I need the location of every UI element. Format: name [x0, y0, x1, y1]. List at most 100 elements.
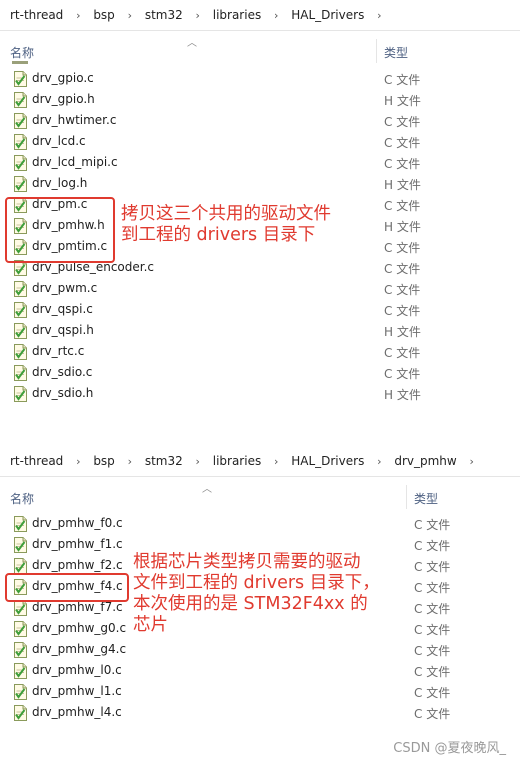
breadcrumb-item[interactable]: rt-thread [0, 454, 67, 468]
c-source-file-icon [12, 344, 28, 360]
file-type: C 文件 [384, 136, 421, 150]
breadcrumb-item[interactable]: rt-thread [0, 8, 67, 22]
breadcrumb-item[interactable]: bsp [89, 8, 119, 22]
chevron-right-icon[interactable]: › [67, 9, 89, 22]
column-name-header[interactable]: 名称 [10, 490, 34, 507]
c-source-file-icon [12, 134, 28, 150]
file-name[interactable]: drv_qspi.h [32, 323, 94, 337]
file-name[interactable]: drv_hwtimer.c [32, 113, 116, 127]
file-row[interactable]: drv_pmhw_l4.c C 文件 [0, 702, 520, 723]
chevron-right-icon[interactable]: › [461, 455, 483, 468]
breadcrumb-item[interactable]: libraries [209, 454, 265, 468]
file-row[interactable]: drv_gpio.c C 文件 [0, 68, 520, 89]
file-type: C 文件 [384, 304, 421, 318]
file-name[interactable]: drv_log.h [32, 176, 87, 190]
file-name[interactable]: drv_gpio.c [32, 71, 94, 85]
chevron-right-icon[interactable]: › [368, 9, 390, 22]
chevron-right-icon[interactable]: › [368, 455, 390, 468]
sort-ascending-icon[interactable]: ︿ [187, 34, 197, 49]
chevron-right-icon[interactable]: › [119, 455, 141, 468]
chevron-right-icon[interactable]: › [265, 9, 287, 22]
file-name[interactable]: drv_rtc.c [32, 344, 84, 358]
file-row[interactable]: drv_lcd.c C 文件 [0, 131, 520, 152]
breadcrumb-item[interactable]: HAL_Drivers [287, 454, 368, 468]
file-row[interactable]: drv_pmhw_l0.c C 文件 [0, 660, 520, 681]
file-row[interactable]: drv_pwm.c C 文件 [0, 278, 520, 299]
file-type: C 文件 [414, 539, 451, 553]
file-type: H 文件 [384, 220, 421, 234]
file-type: C 文件 [384, 283, 421, 297]
partial-file-row [12, 61, 132, 66]
file-name[interactable]: drv_gpio.h [32, 92, 95, 106]
column-type-header[interactable]: 类型 [414, 490, 438, 507]
breadcrumb-item[interactable]: stm32 [141, 8, 187, 22]
c-source-file-icon [12, 600, 28, 616]
file-type: C 文件 [414, 686, 451, 700]
file-row[interactable]: drv_lcd_mipi.c C 文件 [0, 152, 520, 173]
file-name[interactable]: drv_lcd_mipi.c [32, 155, 118, 169]
file-name[interactable]: drv_sdio.h [32, 386, 93, 400]
file-type: H 文件 [384, 325, 421, 339]
chevron-right-icon[interactable]: › [119, 9, 141, 22]
file-type: C 文件 [414, 623, 451, 637]
breadcrumb-item[interactable]: HAL_Drivers [287, 8, 368, 22]
sort-ascending-icon[interactable]: ︿ [202, 480, 212, 495]
c-source-file-icon [12, 663, 28, 679]
c-source-file-icon [12, 537, 28, 553]
file-name[interactable]: drv_sdio.c [32, 365, 92, 379]
file-name[interactable]: drv_pmhw_f0.c [32, 516, 123, 530]
column-header: ︿ 名称 类型 [0, 31, 520, 63]
column-type-header[interactable]: 类型 [384, 44, 408, 61]
file-name[interactable]: drv_pmhw_l1.c [32, 684, 122, 698]
file-row[interactable]: drv_sdio.c C 文件 [0, 362, 520, 383]
watermark: CSDN @夏夜晚风_ [393, 741, 506, 756]
file-type: C 文件 [414, 665, 451, 679]
breadcrumb: rt-thread › bsp › stm32 › libraries › HAL_Driver… [0, 446, 520, 477]
chevron-right-icon[interactable]: › [265, 455, 287, 468]
file-row[interactable]: drv_sdio.h H 文件 [0, 383, 520, 404]
breadcrumb-item[interactable]: drv_pmhw [390, 454, 460, 468]
breadcrumb-item[interactable]: bsp [89, 454, 119, 468]
file-type: C 文件 [384, 73, 421, 87]
file-row[interactable]: drv_pmhw_l1.c C 文件 [0, 681, 520, 702]
column-header: ︿ 名称 类型 [0, 477, 520, 509]
file-name[interactable]: drv_pwm.c [32, 281, 97, 295]
file-type: C 文件 [414, 581, 451, 595]
chevron-right-icon[interactable]: › [67, 455, 89, 468]
file-row[interactable]: drv_qspi.c C 文件 [0, 299, 520, 320]
file-name[interactable]: drv_pmhw_f1.c [32, 537, 123, 551]
file-type: C 文件 [414, 560, 451, 574]
c-source-file-icon [12, 323, 28, 339]
file-name[interactable]: drv_lcd.c [32, 134, 86, 148]
file-row[interactable]: drv_qspi.h H 文件 [0, 320, 520, 341]
file-type: H 文件 [384, 388, 421, 402]
c-source-file-icon [12, 642, 28, 658]
highlight-box [5, 573, 129, 602]
c-source-file-icon [12, 71, 28, 87]
file-name[interactable]: drv_pmhw_f2.c [32, 558, 123, 572]
chevron-right-icon[interactable]: › [187, 455, 209, 468]
file-row[interactable]: drv_pmhw_f0.c C 文件 [0, 513, 520, 534]
column-divider[interactable] [376, 39, 377, 63]
file-row[interactable]: drv_pmhw_g4.c C 文件 [0, 639, 520, 660]
chevron-right-icon[interactable]: › [187, 9, 209, 22]
file-type: C 文件 [414, 602, 451, 616]
column-divider[interactable] [406, 485, 407, 509]
file-name[interactable]: drv_pmhw_l0.c [32, 663, 122, 677]
file-name[interactable]: drv_pmhw_l4.c [32, 705, 122, 719]
breadcrumb-item[interactable]: stm32 [141, 454, 187, 468]
file-name[interactable]: drv_qspi.c [32, 302, 93, 316]
c-source-file-icon [12, 176, 28, 192]
file-name[interactable]: drv_pmhw_f7.c [32, 600, 123, 614]
file-row[interactable]: drv_gpio.h H 文件 [0, 89, 520, 110]
file-row[interactable]: drv_hwtimer.c C 文件 [0, 110, 520, 131]
column-name-header[interactable]: 名称 [10, 44, 34, 61]
file-name[interactable]: drv_pmhw_g0.c [32, 621, 126, 635]
breadcrumb-item[interactable]: libraries [209, 8, 265, 22]
file-row[interactable]: drv_rtc.c C 文件 [0, 341, 520, 362]
file-name[interactable]: drv_pmhw_g4.c [32, 642, 126, 656]
c-source-file-icon [12, 281, 28, 297]
file-type: C 文件 [384, 199, 421, 213]
file-row[interactable]: drv_log.h H 文件 [0, 173, 520, 194]
c-source-file-icon [12, 365, 28, 381]
